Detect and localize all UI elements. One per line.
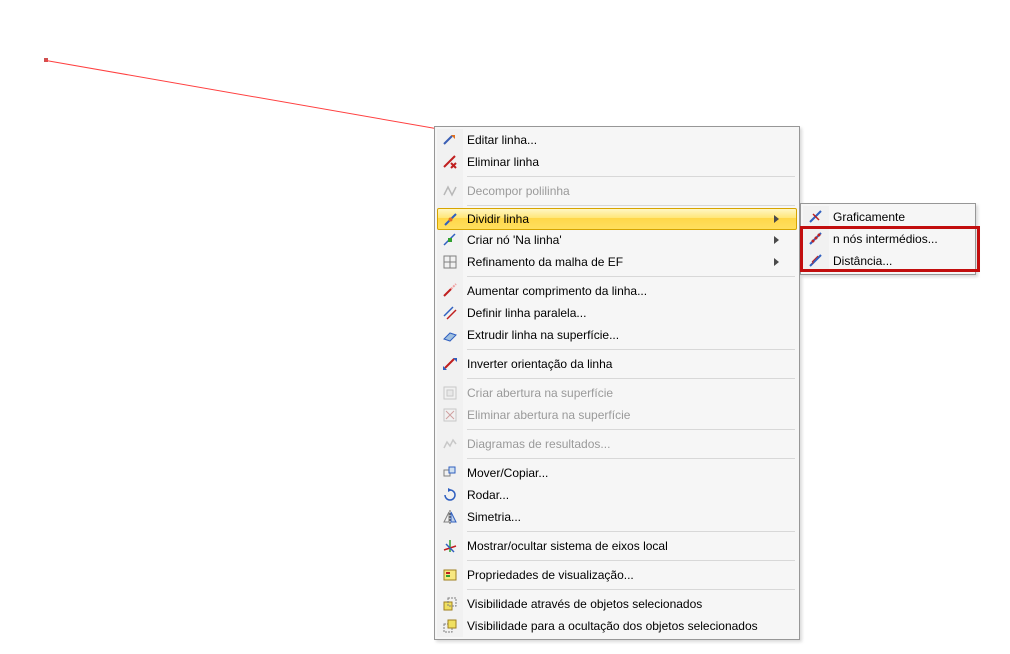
menu-separator (467, 560, 795, 561)
menu-item-rotate[interactable]: Rodar... (437, 484, 797, 506)
divide-graph-icon (807, 208, 825, 226)
menu-item-label: Mover/Copiar... (467, 466, 779, 480)
menu-item-visibility-by-selected[interactable]: Visibilidade através de objetos selecion… (437, 593, 797, 615)
submenu-arrow-icon (774, 215, 779, 223)
submenu-arrow-icon (774, 258, 779, 266)
extend-line-icon (441, 282, 459, 300)
context-menu-items: Editar linha... Eliminar linha Decompor … (437, 129, 797, 637)
menu-item-extrude-line[interactable]: Extrudir linha na superfície... (437, 324, 797, 346)
divide-line-submenu: Graficamente n nós intermédios... Distân… (800, 203, 976, 275)
menu-item-extend-line[interactable]: Aumentar comprimento da linha... (437, 280, 797, 302)
menu-item-divide-line[interactable]: Dividir linha (437, 208, 797, 230)
menu-item-mirror[interactable]: Simetria... (437, 506, 797, 528)
menu-separator (467, 378, 795, 379)
menu-item-label: Editar linha... (467, 133, 779, 147)
divide-line-icon (442, 211, 460, 229)
menu-separator (467, 276, 795, 277)
menu-item-label: Criar abertura na superfície (467, 386, 779, 400)
submenu-item-label: Graficamente (833, 210, 955, 224)
display-props-icon (441, 566, 459, 584)
menu-item-label: Visibilidade através de objetos selecion… (467, 597, 779, 611)
menu-item-label: Criar nó 'Na linha' (467, 233, 774, 247)
submenu-item-n-intermediate-nodes[interactable]: n nós intermédios... (803, 228, 973, 250)
visibility-hide-icon (441, 617, 459, 635)
menu-item-create-opening: Criar abertura na superfície (437, 382, 797, 404)
menu-item-label: Inverter orientação da linha (467, 357, 779, 371)
axes-icon (441, 537, 459, 555)
menu-item-label: Eliminar abertura na superfície (467, 408, 779, 422)
menu-item-display-properties[interactable]: Propriedades de visualização... (437, 564, 797, 586)
submenu-items: Graficamente n nós intermédios... Distân… (803, 206, 973, 272)
menu-item-label: Refinamento da malha de EF (467, 255, 774, 269)
menu-item-label: Simetria... (467, 510, 779, 524)
reverse-line-icon (441, 355, 459, 373)
menu-item-move-copy[interactable]: Mover/Copiar... (437, 462, 797, 484)
menu-item-label: Extrudir linha na superfície... (467, 328, 779, 342)
menu-item-label: Propriedades de visualização... (467, 568, 779, 582)
create-opening-icon (441, 384, 459, 402)
menu-item-mesh-refinement[interactable]: Refinamento da malha de EF (437, 251, 797, 273)
submenu-item-label: n nós intermédios... (833, 232, 955, 246)
divide-dist-icon (807, 252, 825, 270)
decompose-polyline-icon (441, 182, 459, 200)
divide-n-icon (807, 230, 825, 248)
context-menu: Editar linha... Eliminar linha Decompor … (434, 126, 800, 640)
menu-item-label: Dividir linha (467, 212, 774, 226)
menu-item-reverse-line[interactable]: Inverter orientação da linha (437, 353, 797, 375)
menu-item-label: Diagramas de resultados... (467, 437, 779, 451)
menu-item-delete-opening: Eliminar abertura na superfície (437, 404, 797, 426)
menu-item-label: Aumentar comprimento da linha... (467, 284, 779, 298)
menu-item-label: Mostrar/ocultar sistema de eixos local (467, 539, 779, 553)
menu-separator (467, 429, 795, 430)
submenu-item-label: Distância... (833, 254, 955, 268)
menu-item-node-on-line[interactable]: Criar nó 'Na linha' (437, 229, 797, 251)
result-diagrams-icon (441, 435, 459, 453)
delete-line-icon (441, 153, 459, 171)
submenu-item-distance[interactable]: Distância... (803, 250, 973, 272)
menu-item-toggle-local-axes[interactable]: Mostrar/ocultar sistema de eixos local (437, 535, 797, 557)
menu-item-label: Eliminar linha (467, 155, 779, 169)
menu-item-label: Visibilidade para a ocultação dos objeto… (467, 619, 779, 633)
menu-item-decompose-polyline: Decompor polilinha (437, 180, 797, 202)
mesh-refine-icon (441, 253, 459, 271)
menu-item-visibility-hide-selected[interactable]: Visibilidade para a ocultação dos objeto… (437, 615, 797, 637)
parallel-line-icon (441, 304, 459, 322)
menu-separator (467, 349, 795, 350)
menu-item-parallel-line[interactable]: Definir linha paralela... (437, 302, 797, 324)
menu-item-label: Definir linha paralela... (467, 306, 779, 320)
menu-separator (467, 458, 795, 459)
mirror-icon (441, 508, 459, 526)
visibility-by-icon (441, 595, 459, 613)
menu-separator (467, 176, 795, 177)
menu-separator (467, 205, 795, 206)
submenu-arrow-icon (774, 236, 779, 244)
extrude-line-icon (441, 326, 459, 344)
drawn-line[interactable] (46, 60, 436, 129)
menu-separator (467, 589, 795, 590)
move-copy-icon (441, 464, 459, 482)
menu-item-label: Rodar... (467, 488, 779, 502)
menu-item-result-diagrams: Diagramas de resultados... (437, 433, 797, 455)
submenu-item-graphically[interactable]: Graficamente (803, 206, 973, 228)
delete-opening-icon (441, 406, 459, 424)
menu-item-label: Decompor polilinha (467, 184, 779, 198)
menu-item-edit-line[interactable]: Editar linha... (437, 129, 797, 151)
menu-item-delete-line[interactable]: Eliminar linha (437, 151, 797, 173)
node-on-line-icon (441, 231, 459, 249)
menu-separator (467, 531, 795, 532)
rotate-icon (441, 486, 459, 504)
edit-line-icon (441, 131, 459, 149)
